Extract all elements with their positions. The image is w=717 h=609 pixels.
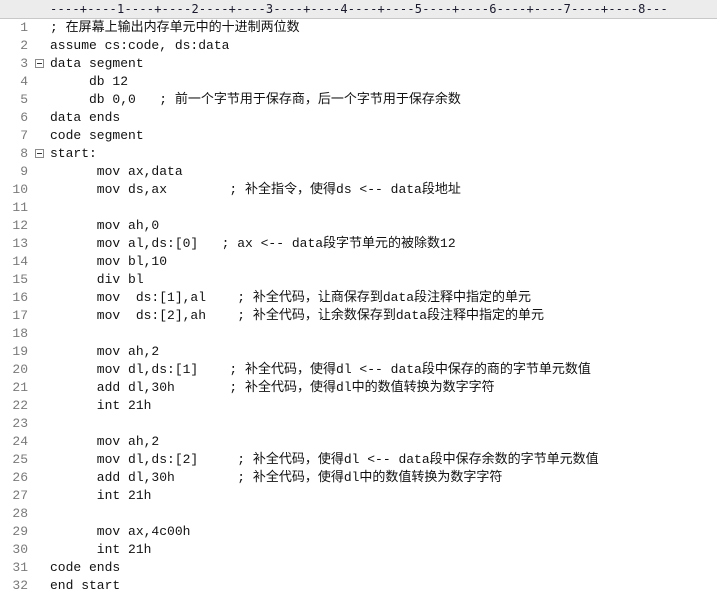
line-code-text: mov ds:[2],ah ; 补全代码，让余数保存到data段注释中指定的单元: [50, 308, 545, 323]
line-number: 23: [12, 416, 28, 431]
line-code-text: mov dl,ds:[2] ; 补全代码，使得dl <-- data段中保存余数…: [50, 452, 599, 467]
line-code-text: mov ax,data: [50, 164, 183, 179]
line-number: 26: [12, 470, 28, 485]
code-line[interactable]: 29 mov ax,4c00h: [0, 523, 717, 541]
line-code-text: db 12: [50, 74, 129, 89]
line-number: 1: [20, 20, 28, 35]
line-number: 20: [12, 362, 28, 377]
line-number: 27: [12, 488, 28, 503]
code-line[interactable]: 26 add dl,30h ; 补全代码，使得dl中的数值转换为数字字符: [0, 469, 717, 487]
code-line[interactable]: 13 mov al,ds:[0] ; ax <-- data段字节单元的被除数1…: [0, 235, 717, 253]
line-code-text: mov ah,2: [50, 344, 160, 359]
line-code-text: start:: [50, 146, 97, 161]
line-number: 24: [12, 434, 28, 449]
code-line[interactable]: 22 int 21h: [0, 397, 717, 415]
code-line[interactable]: 27 int 21h: [0, 487, 717, 505]
line-code-text: db 0,0 ; 前一个字节用于保存商，后一个字节用于保存余数: [50, 92, 461, 107]
code-line[interactable]: 9 mov ax,data: [0, 163, 717, 181]
code-line[interactable]: 2 assume cs:code, ds:data: [0, 37, 717, 55]
line-code-text: mov ah,2: [50, 434, 160, 449]
code-line[interactable]: 23: [0, 415, 717, 433]
line-code-text: add dl,30h ; 补全代码，使得dl中的数值转换为数字字符: [50, 380, 495, 395]
line-code-text: code ends: [50, 560, 121, 575]
code-line[interactable]: 12 mov ah,0: [0, 217, 717, 235]
line-number: 9: [20, 164, 28, 179]
line-number: 8: [20, 146, 28, 161]
fold-collapse-icon[interactable]: [35, 149, 44, 158]
code-line[interactable]: 14 mov bl,10: [0, 253, 717, 271]
line-number: 13: [12, 236, 28, 251]
code-line[interactable]: 3 data segment: [0, 55, 717, 73]
code-line[interactable]: 5 db 0,0 ; 前一个字节用于保存商，后一个字节用于保存余数: [0, 91, 717, 109]
line-code-text: mov ds,ax ; 补全指令，使得ds <-- data段地址: [50, 182, 461, 197]
line-number: 12: [12, 218, 28, 233]
line-number: 11: [12, 200, 28, 215]
code-line[interactable]: 21 add dl,30h ; 补全代码，使得dl中的数值转换为数字字符: [0, 379, 717, 397]
line-code-text: mov ah,0: [50, 218, 160, 233]
line-code-text: data ends: [50, 110, 121, 125]
line-number: 15: [12, 272, 28, 287]
line-code-text: mov dl,ds:[1] ; 补全代码，使得dl <-- data段中保存的商…: [50, 362, 591, 377]
code-line[interactable]: 6 data ends: [0, 109, 717, 127]
line-code-text: ; 在屏幕上输出内存单元中的十进制两位数: [50, 20, 300, 35]
line-number: 19: [12, 344, 28, 359]
line-number: 29: [12, 524, 28, 539]
line-number: 22: [12, 398, 28, 413]
line-number: 31: [12, 560, 28, 575]
line-number: 32: [12, 578, 28, 593]
line-number: 10: [12, 182, 28, 197]
column-ruler: ----+----1----+----2----+----3----+----4…: [0, 0, 717, 19]
line-number: 5: [20, 92, 28, 107]
code-line[interactable]: 30 int 21h: [0, 541, 717, 559]
line-number: 17: [12, 308, 28, 323]
line-number: 16: [12, 290, 28, 305]
code-line[interactable]: 8 start:: [0, 145, 717, 163]
line-code-text: div bl: [50, 272, 144, 287]
line-code-text: int 21h: [50, 488, 152, 503]
code-line[interactable]: 32 end start: [0, 577, 717, 595]
code-editor[interactable]: ----+----1----+----2----+----3----+----4…: [0, 0, 717, 609]
code-line[interactable]: 7 code segment: [0, 127, 717, 145]
code-line[interactable]: 28: [0, 505, 717, 523]
line-code-text: mov ds:[1],al ; 补全代码，让商保存到data段注释中指定的单元: [50, 290, 532, 305]
line-code-text: assume cs:code, ds:data: [50, 38, 230, 53]
code-lines[interactable]: 1 ; 在屏幕上输出内存单元中的十进制两位数 2 assume cs:code, ds…: [0, 19, 717, 595]
line-code-text: add dl,30h ; 补全代码，使得dl中的数值转换为数字字符: [50, 470, 503, 485]
code-line[interactable]: 20 mov dl,ds:[1] ; 补全代码，使得dl <-- data段中保…: [0, 361, 717, 379]
code-line[interactable]: 18: [0, 325, 717, 343]
fold-collapse-icon[interactable]: [35, 59, 44, 68]
line-code-text: mov bl,10: [50, 254, 168, 269]
code-line[interactable]: 16 mov ds:[1],al ; 补全代码，让商保存到data段注释中指定的…: [0, 289, 717, 307]
line-code-text: code segment: [50, 128, 144, 143]
line-code-text: int 21h: [50, 542, 152, 557]
line-code-text: end start: [50, 578, 121, 593]
line-number: 14: [12, 254, 28, 269]
line-code-text: data segment: [50, 56, 144, 71]
line-number: 21: [12, 380, 28, 395]
line-number: 3: [20, 56, 28, 71]
line-number: 4: [20, 74, 28, 89]
code-line[interactable]: 1 ; 在屏幕上输出内存单元中的十进制两位数: [0, 19, 717, 37]
line-code-text: mov al,ds:[0] ; ax <-- data段字节单元的被除数12: [50, 236, 456, 251]
line-number: 6: [20, 110, 28, 125]
line-code-text: mov ax,4c00h: [50, 524, 191, 539]
code-line[interactable]: 31 code ends: [0, 559, 717, 577]
line-number: 25: [12, 452, 28, 467]
line-code-text: int 21h: [50, 398, 152, 413]
code-line[interactable]: 10 mov ds,ax ; 补全指令，使得ds <-- data段地址: [0, 181, 717, 199]
code-line[interactable]: 19 mov ah,2: [0, 343, 717, 361]
code-line[interactable]: 4 db 12: [0, 73, 717, 91]
ruler-marks: ----+----1----+----2----+----3----+----4…: [50, 2, 668, 16]
line-number: 2: [20, 38, 28, 53]
code-line[interactable]: 24 mov ah,2: [0, 433, 717, 451]
code-line[interactable]: 15 div bl: [0, 271, 717, 289]
line-number: 28: [12, 506, 28, 521]
line-number: 30: [12, 542, 28, 557]
code-line[interactable]: 25 mov dl,ds:[2] ; 补全代码，使得dl <-- data段中保…: [0, 451, 717, 469]
line-number: 7: [20, 128, 28, 143]
line-number: 18: [12, 326, 28, 341]
code-line[interactable]: 11: [0, 199, 717, 217]
code-line[interactable]: 17 mov ds:[2],ah ; 补全代码，让余数保存到data段注释中指定…: [0, 307, 717, 325]
